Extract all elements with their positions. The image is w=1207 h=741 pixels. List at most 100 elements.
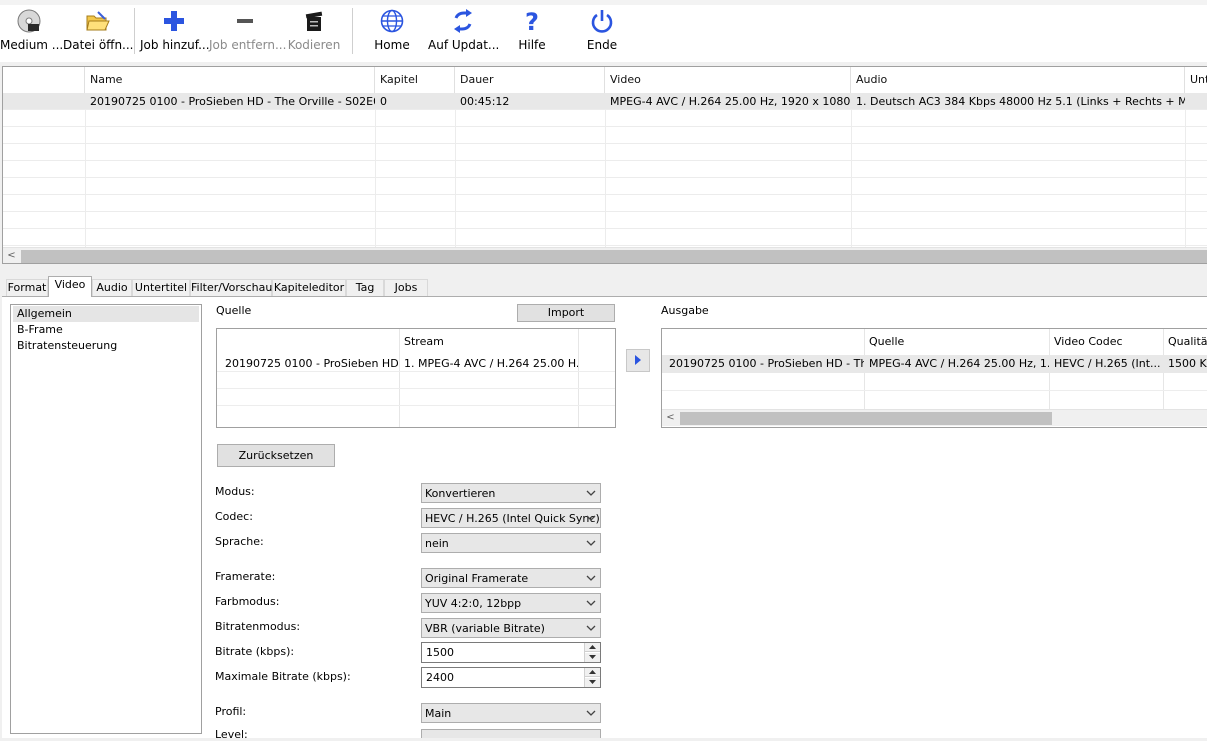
tab-chapter-editor[interactable]: Kapiteleditor: [272, 279, 346, 296]
category-item-bframe[interactable]: B-Frame: [13, 322, 199, 338]
exit-label: Ende: [586, 38, 618, 52]
job-list-header-subtitles[interactable]: Unt: [1185, 67, 1207, 93]
job-list[interactable]: Name Kapitel Dauer Video Audio Unt 20190…: [2, 66, 1207, 264]
codec-value: HEVC / H.265 (Intel Quick Sync): [425, 512, 600, 525]
import-button[interactable]: Import: [517, 304, 615, 322]
table-row: [3, 110, 1207, 127]
mode-label: Modus:: [215, 485, 255, 498]
category-item-bitrate-control[interactable]: Bitratensteuerung: [13, 338, 199, 354]
grid-line: [217, 388, 615, 389]
grid-line: [217, 371, 615, 372]
job-list-header-video[interactable]: Video: [605, 67, 851, 93]
job-list-header-chapter[interactable]: Kapitel: [375, 67, 455, 93]
codec-label: Codec:: [215, 510, 253, 523]
spin-up-button[interactable]: [585, 668, 600, 677]
job-chapter-cell: 0: [380, 95, 387, 108]
home-button[interactable]: Home: [368, 8, 416, 56]
max-bitrate-stepper[interactable]: 2400: [421, 667, 601, 688]
tab-jobs[interactable]: Jobs: [384, 279, 428, 296]
add-job-button[interactable]: Job hinzuf...: [140, 8, 210, 56]
job-list-header-audio[interactable]: Audio: [851, 67, 1185, 93]
tab-subtitles[interactable]: Untertitel: [132, 279, 190, 296]
home-label: Home: [374, 38, 410, 52]
spin-down-button[interactable]: [585, 653, 600, 662]
open-disc-button[interactable]: Medium ...: [0, 8, 63, 56]
toolbar: Medium ... Datei öffn... Job hinzuf... J…: [0, 0, 1207, 62]
toolbar-top-strip: [0, 0, 1207, 5]
spin-down-icon: [589, 655, 596, 659]
category-list[interactable]: Allgemein B-Frame Bitratensteuerung: [10, 304, 202, 734]
encode-button[interactable]: Kodieren: [287, 8, 341, 56]
reset-button[interactable]: Zurücksetzen: [217, 444, 335, 467]
spin-down-icon: [589, 680, 596, 684]
source-stream-table[interactable]: Stream 20190725 0100 - ProSieben HD - ..…: [216, 328, 616, 428]
tab-video[interactable]: Video: [48, 276, 92, 297]
chevron-down-icon: [586, 490, 596, 496]
level-label: Level:: [215, 728, 248, 738]
language-select[interactable]: nein: [421, 533, 601, 553]
tab-filter-preview[interactable]: Filter/Vorschau: [190, 279, 272, 296]
tab-audio[interactable]: Audio: [92, 279, 132, 296]
level-row-clip: Level:: [200, 728, 620, 738]
max-bitrate-label: Maximale Bitrate (kbps):: [215, 670, 351, 683]
exit-button[interactable]: Ende: [580, 8, 624, 56]
globe-icon: [380, 9, 404, 33]
table-row: [3, 178, 1207, 195]
tab-tag[interactable]: Tag: [346, 279, 384, 296]
profile-select[interactable]: Main: [421, 703, 601, 723]
grid-line: [662, 390, 1207, 391]
chevron-down-icon: [586, 515, 596, 521]
spin-up-icon: [589, 645, 596, 649]
job-list-header-name[interactable]: Name: [85, 67, 375, 93]
bitrate-mode-select[interactable]: VBR (variable Bitrate): [421, 618, 601, 638]
toolbar-separator: [352, 8, 353, 54]
framerate-value: Original Framerate: [425, 572, 529, 585]
level-select[interactable]: [421, 729, 601, 738]
folder-open-icon: [85, 11, 110, 31]
spin-up-icon: [589, 670, 596, 674]
scroll-left-icon[interactable]: <: [3, 248, 20, 263]
svg-text:?: ?: [525, 8, 539, 34]
mode-select[interactable]: Konvertieren: [421, 483, 601, 503]
transfer-stream-button[interactable]: [626, 349, 650, 372]
framerate-select[interactable]: Original Framerate: [421, 568, 601, 588]
output-hscrollbar[interactable]: <: [662, 409, 1207, 426]
scrollbar-thumb[interactable]: [680, 412, 1052, 425]
output-header-name: [662, 329, 864, 355]
grid-line: [578, 329, 579, 427]
mode-value: Konvertieren: [425, 487, 496, 500]
output-header-source: Quelle: [869, 335, 905, 348]
power-icon: [591, 10, 613, 33]
open-file-button[interactable]: Datei öffn...: [63, 8, 134, 56]
category-item-general[interactable]: Allgemein: [13, 306, 199, 322]
color-mode-select[interactable]: YUV 4:2:0, 12bpp: [421, 593, 601, 613]
chevron-down-icon: [586, 540, 596, 546]
dvd-disc-icon: [17, 9, 41, 33]
language-label: Sprache:: [215, 535, 264, 548]
bitrate-stepper[interactable]: 1500: [421, 642, 601, 663]
help-button[interactable]: ? Hilfe: [510, 8, 554, 56]
output-stream-table[interactable]: Quelle Video Codec Qualität 20190725 010…: [661, 328, 1207, 428]
spin-down-button[interactable]: [585, 678, 600, 687]
spin-up-button[interactable]: [585, 643, 600, 652]
film-clapper-icon: [305, 11, 323, 31]
table-row[interactable]: 20190725 0100 - ProSieben HD - The... MP…: [662, 355, 1207, 373]
bitrate-label: Bitrate (kbps):: [215, 645, 295, 658]
toolbar-separator: [134, 8, 135, 54]
table-row[interactable]: 20190725 0100 - ProSieben HD - The Orvil…: [3, 93, 1207, 110]
job-list-header-duration[interactable]: Dauer: [455, 67, 605, 93]
remove-job-button[interactable]: Job entfern...: [209, 8, 286, 56]
job-list-hscrollbar[interactable]: <: [3, 247, 1207, 263]
chevron-down-icon: [586, 710, 596, 716]
scroll-left-icon[interactable]: <: [662, 410, 679, 427]
grid-line: [399, 329, 400, 427]
scrollbar-thumb[interactable]: [21, 250, 1207, 263]
check-update-button[interactable]: Auf Updat...: [428, 8, 499, 56]
minus-icon: [237, 19, 253, 23]
codec-select[interactable]: HEVC / H.265 (Intel Quick Sync): [421, 508, 601, 528]
source-header-stream: Stream: [404, 335, 444, 348]
arrow-right-icon: [635, 355, 641, 365]
source-label: Quelle: [216, 304, 252, 317]
job-list-header[interactable]: [3, 67, 85, 93]
tab-format[interactable]: Format: [6, 279, 48, 296]
